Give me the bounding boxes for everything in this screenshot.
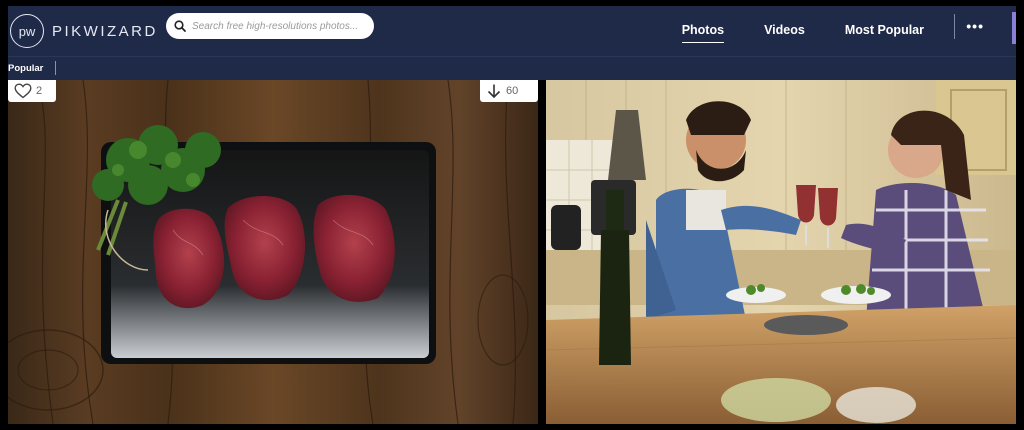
- nav-videos[interactable]: Videos: [764, 23, 805, 39]
- steak-photo: [8, 80, 538, 424]
- pw-logo-icon: pw: [10, 14, 44, 48]
- top-navbar: pw PIKWIZARD Photos Videos Most Popular …: [8, 6, 1016, 56]
- nav-most-popular[interactable]: Most Popular: [845, 23, 924, 39]
- sub-navbar: Popular: [8, 56, 1016, 80]
- search-input[interactable]: [192, 20, 362, 32]
- app-frame: pw PIKWIZARD Photos Videos Most Popular …: [0, 0, 1024, 430]
- brand-name: PIKWIZARD: [52, 22, 158, 40]
- couple-photo: [546, 80, 1016, 424]
- photo-gallery: 2 60: [8, 80, 1016, 424]
- nav-divider: [954, 14, 955, 39]
- more-dots-icon[interactable]: •••: [966, 18, 984, 34]
- search-icon: [174, 20, 186, 32]
- nav-photos[interactable]: Photos: [681, 23, 725, 43]
- download-arrow-icon: [487, 84, 501, 99]
- logo[interactable]: pw PIKWIZARD: [10, 14, 158, 48]
- photo-tile-couple[interactable]: [546, 80, 1016, 424]
- heart-icon: [14, 83, 32, 99]
- like-count: 2: [36, 85, 43, 97]
- download-count: 60: [506, 85, 519, 97]
- search-bar[interactable]: [166, 13, 374, 39]
- filter-popular[interactable]: Popular: [8, 63, 43, 74]
- scrollbar[interactable]: [1012, 12, 1016, 44]
- download-button[interactable]: 60: [480, 80, 538, 102]
- like-button[interactable]: 2: [8, 80, 56, 102]
- photo-tile-meat[interactable]: 2 60: [8, 80, 538, 424]
- main-nav: Photos Videos Most Popular: [642, 6, 924, 56]
- subnav-divider: [55, 61, 56, 75]
